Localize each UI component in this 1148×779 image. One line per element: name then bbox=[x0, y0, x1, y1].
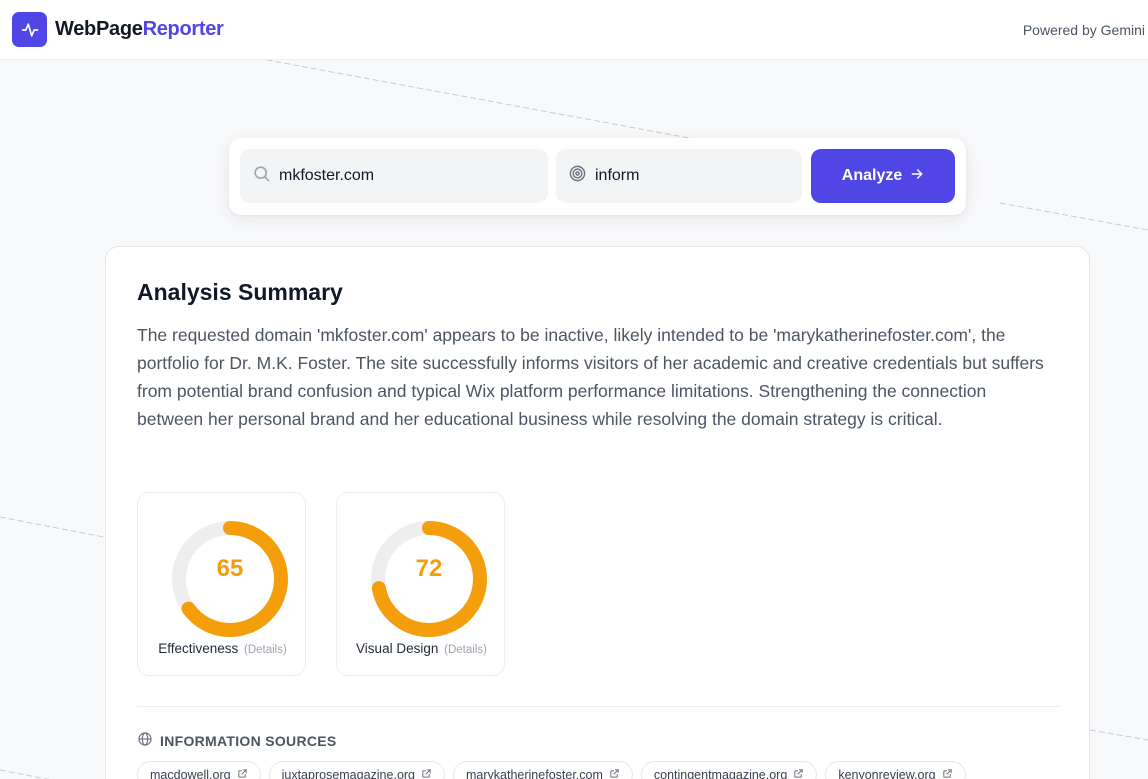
source-chip[interactable]: marykatherinefoster.com bbox=[453, 761, 633, 779]
brand-name-primary: WebPage bbox=[55, 18, 143, 40]
analyze-button[interactable]: Analyze bbox=[811, 149, 955, 203]
source-chip-label: contingentmagazine.org bbox=[653, 768, 788, 779]
app-header: WebPageReporter Powered by Gemini bbox=[0, 0, 1148, 60]
visual-design-score-card[interactable]: 72 Visual Design (Details) bbox=[336, 492, 505, 676]
brand[interactable]: WebPageReporter bbox=[12, 12, 224, 47]
source-chip-label: macdowell.org bbox=[150, 768, 231, 779]
source-chip[interactable]: macdowell.org bbox=[137, 761, 261, 779]
effectiveness-score-label: Effectiveness (Details) bbox=[138, 641, 307, 656]
source-chip[interactable]: contingentmagazine.org bbox=[640, 761, 818, 779]
visual-design-score-value: 72 bbox=[415, 555, 443, 582]
section-divider bbox=[137, 706, 1060, 707]
url-field[interactable] bbox=[240, 149, 548, 203]
powered-by-label: Powered by Gemini bbox=[1022, 21, 1145, 38]
summary-title: Analysis Summary bbox=[137, 279, 343, 305]
information-sources-heading: INFORMATION SOURCES bbox=[137, 731, 337, 750]
target-icon bbox=[568, 164, 587, 188]
score-label-text: Visual Design bbox=[356, 641, 439, 656]
effectiveness-details-link[interactable]: (Details) bbox=[244, 644, 287, 656]
goal-input[interactable] bbox=[595, 167, 795, 185]
arrow-right-icon bbox=[910, 167, 924, 186]
external-link-icon bbox=[237, 768, 248, 779]
source-chip-label: juxtaprosemagazine.org bbox=[281, 768, 416, 779]
visual-design-details-link[interactable]: (Details) bbox=[444, 644, 487, 656]
url-input[interactable] bbox=[279, 167, 479, 185]
search-bar: Analyze bbox=[229, 138, 966, 215]
search-icon bbox=[252, 164, 271, 188]
effectiveness-score-card[interactable]: 65 Effectiveness (Details) bbox=[137, 492, 306, 676]
source-chip[interactable]: kenyonreview.org bbox=[825, 761, 966, 779]
goal-field[interactable] bbox=[556, 149, 802, 203]
external-link-icon bbox=[793, 768, 804, 779]
source-chip[interactable]: juxtaprosemagazine.org bbox=[268, 761, 446, 779]
results-card: Analysis Summary The requested domain 'm… bbox=[105, 246, 1090, 779]
information-sources-label: INFORMATION SOURCES bbox=[160, 732, 337, 749]
external-link-icon bbox=[421, 768, 432, 779]
source-chip-label: kenyonreview.org bbox=[838, 768, 936, 779]
activity-pulse-icon bbox=[12, 12, 47, 47]
external-link-icon bbox=[942, 768, 953, 779]
source-chip-label: marykatherinefoster.com bbox=[466, 768, 603, 779]
score-label-text: Effectiveness bbox=[158, 641, 239, 656]
effectiveness-score-value: 65 bbox=[216, 555, 244, 582]
brand-name: WebPageReporter bbox=[55, 18, 224, 41]
brand-name-accent: Reporter bbox=[142, 18, 224, 40]
globe-icon bbox=[137, 731, 153, 750]
external-link-icon bbox=[609, 768, 620, 779]
visual-design-score-label: Visual Design (Details) bbox=[337, 641, 506, 656]
source-chips: macdowell.org juxtaprosemagazine.org mar… bbox=[137, 761, 966, 779]
summary-text: The requested domain 'mkfoster.com' appe… bbox=[137, 325, 1044, 429]
analyze-button-label: Analyze bbox=[841, 167, 903, 184]
